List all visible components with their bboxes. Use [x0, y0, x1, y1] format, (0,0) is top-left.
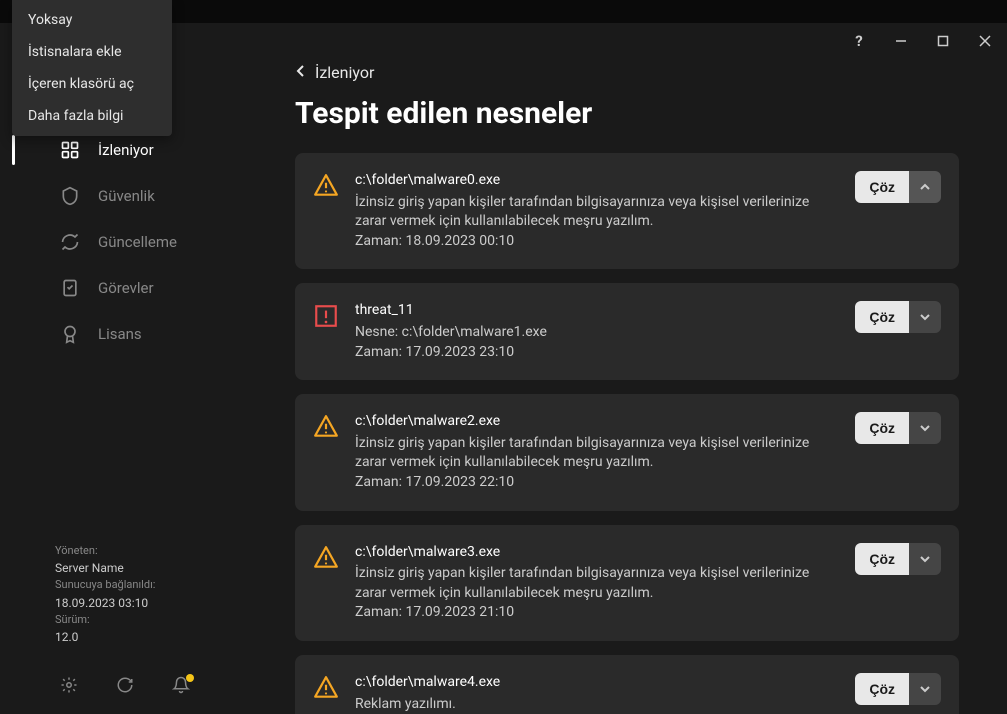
solve-button[interactable]: Çöz	[855, 301, 909, 333]
solve-button[interactable]: Çöz	[855, 543, 909, 575]
threat-time: Zaman: 18.09.2023 00:10	[355, 232, 839, 252]
threat-warning-icon	[313, 545, 339, 571]
threat-body: c:\folder\malware3.exeİzinsiz giriş yapa…	[355, 543, 839, 623]
threat-desc: Nesne: c:\folder\malware1.exe	[355, 323, 839, 343]
threat-body: threat_11Nesne: c:\folder\malware1.exeZa…	[355, 301, 839, 362]
threat-desc: İzinsiz giriş yapan kişiler tarafından b…	[355, 564, 839, 603]
threat-desc: İzinsiz giriş yapan kişiler tarafından b…	[355, 193, 839, 232]
nav: İzleniyor Güvenlik Güncelleme Görevler	[0, 127, 265, 529]
sidebar-item-label: Güncelleme	[98, 233, 177, 251]
threat-time: Zaman: 17.09.2023 21:10	[355, 603, 839, 623]
threat-title: c:\folder\malware3.exe	[355, 543, 839, 563]
threat-desc: Reklam yazılımı.	[355, 695, 839, 714]
threat-card: c:\folder\malware0.exeİzinsiz giriş yapa…	[295, 153, 959, 269]
monitor-icon	[60, 140, 80, 160]
breadcrumb-label: İzleniyor	[315, 63, 374, 82]
clipboard-icon	[60, 278, 80, 298]
threat-card: c:\folder\malware2.exeİzinsiz giriş yapa…	[295, 394, 959, 510]
version-value: 12.0	[55, 628, 245, 646]
solve-button[interactable]: Çöz	[855, 171, 909, 203]
chevron-down-icon[interactable]	[909, 543, 941, 575]
version-label: Sürüm:	[55, 612, 245, 629]
context-menu-item[interactable]: İstisnalara ekle	[12, 36, 172, 68]
threat-title: threat_11	[355, 301, 839, 321]
threat-actions: Çöz	[855, 171, 941, 203]
page-title: Tespit edilen nesneler	[295, 96, 977, 131]
threat-critical-icon	[313, 303, 339, 329]
settings-icon[interactable]	[60, 676, 78, 698]
threat-time: Zaman: 17.09.2023 23:10	[355, 343, 839, 363]
shield-icon	[60, 186, 80, 206]
context-menu-item[interactable]: Yoksay	[12, 4, 172, 36]
threat-actions: Çöz	[855, 543, 941, 575]
threat-warning-icon	[313, 414, 339, 440]
award-icon	[60, 324, 80, 344]
threat-time: Zaman: 17.09.2023 22:10	[355, 473, 839, 493]
sidebar-item-label: Güvenlik	[98, 187, 155, 205]
maximize-icon[interactable]	[933, 31, 953, 51]
window-controls: ?	[849, 31, 995, 51]
threat-warning-icon	[313, 675, 339, 701]
context-menu: Yoksayİstisnalara ekleİçeren klasörü açD…	[12, 0, 172, 136]
sidebar-item-security[interactable]: Güvenlik	[0, 173, 265, 219]
sidebar-item-label: Lisans	[98, 325, 142, 343]
minimize-icon[interactable]	[891, 31, 911, 51]
main: ? İzleniyor Tespit edilen nesneler c:\fo…	[265, 23, 1007, 714]
chevron-down-icon[interactable]	[909, 673, 941, 705]
sidebar-actions	[0, 660, 265, 714]
context-menu-item[interactable]: Daha fazla bilgi	[12, 100, 172, 132]
threat-actions: Çöz	[855, 412, 941, 444]
sidebar-item-label: İzleniyor	[98, 141, 154, 159]
threat-card: c:\folder\malware4.exeReklam yazılımı.Za…	[295, 655, 959, 714]
threat-title: c:\folder\malware0.exe	[355, 171, 839, 191]
connected-value: 18.09.2023 03:10	[55, 594, 245, 612]
threat-title: c:\folder\malware4.exe	[355, 673, 839, 693]
managed-by-label: Yöneten:	[55, 543, 245, 560]
chevron-down-icon[interactable]	[909, 412, 941, 444]
help-icon[interactable]: ?	[849, 31, 869, 51]
sidebar-item-tasks[interactable]: Görevler	[0, 265, 265, 311]
chevron-left-icon	[295, 63, 305, 82]
threat-title: c:\folder\malware2.exe	[355, 412, 839, 432]
refresh-icon	[60, 232, 80, 252]
threat-body: c:\folder\malware4.exeReklam yazılımı.Za…	[355, 673, 839, 714]
threat-list[interactable]: c:\folder\malware0.exeİzinsiz giriş yapa…	[295, 153, 977, 714]
threat-body: c:\folder\malware0.exeİzinsiz giriş yapa…	[355, 171, 839, 251]
notification-dot	[186, 674, 194, 682]
threat-actions: Çöz	[855, 673, 941, 705]
sidebar-footer: Yöneten: Server Name Sunucuya bağlanıldı…	[0, 529, 265, 661]
support-icon[interactable]	[116, 676, 134, 698]
chevron-up-icon[interactable]	[909, 171, 941, 203]
threat-body: c:\folder\malware2.exeİzinsiz giriş yapa…	[355, 412, 839, 492]
breadcrumb[interactable]: İzleniyor	[295, 63, 977, 82]
sidebar-item-label: Görevler	[98, 279, 154, 297]
context-menu-item[interactable]: İçeren klasörü aç	[12, 68, 172, 100]
connected-label: Sunucuya bağlanıldı:	[55, 577, 245, 594]
threat-actions: Çöz	[855, 301, 941, 333]
solve-button[interactable]: Çöz	[855, 673, 909, 705]
close-icon[interactable]	[975, 31, 995, 51]
threat-warning-icon	[313, 173, 339, 199]
chevron-down-icon[interactable]	[909, 301, 941, 333]
threat-card: c:\folder\malware3.exeİzinsiz giriş yapa…	[295, 525, 959, 641]
managed-by-value: Server Name	[55, 559, 245, 577]
notifications-icon[interactable]	[172, 676, 190, 698]
sidebar-item-update[interactable]: Güncelleme	[0, 219, 265, 265]
threat-card: threat_11Nesne: c:\folder\malware1.exeZa…	[295, 283, 959, 380]
sidebar-item-license[interactable]: Lisans	[0, 311, 265, 357]
threat-desc: İzinsiz giriş yapan kişiler tarafından b…	[355, 434, 839, 473]
solve-button[interactable]: Çöz	[855, 412, 909, 444]
